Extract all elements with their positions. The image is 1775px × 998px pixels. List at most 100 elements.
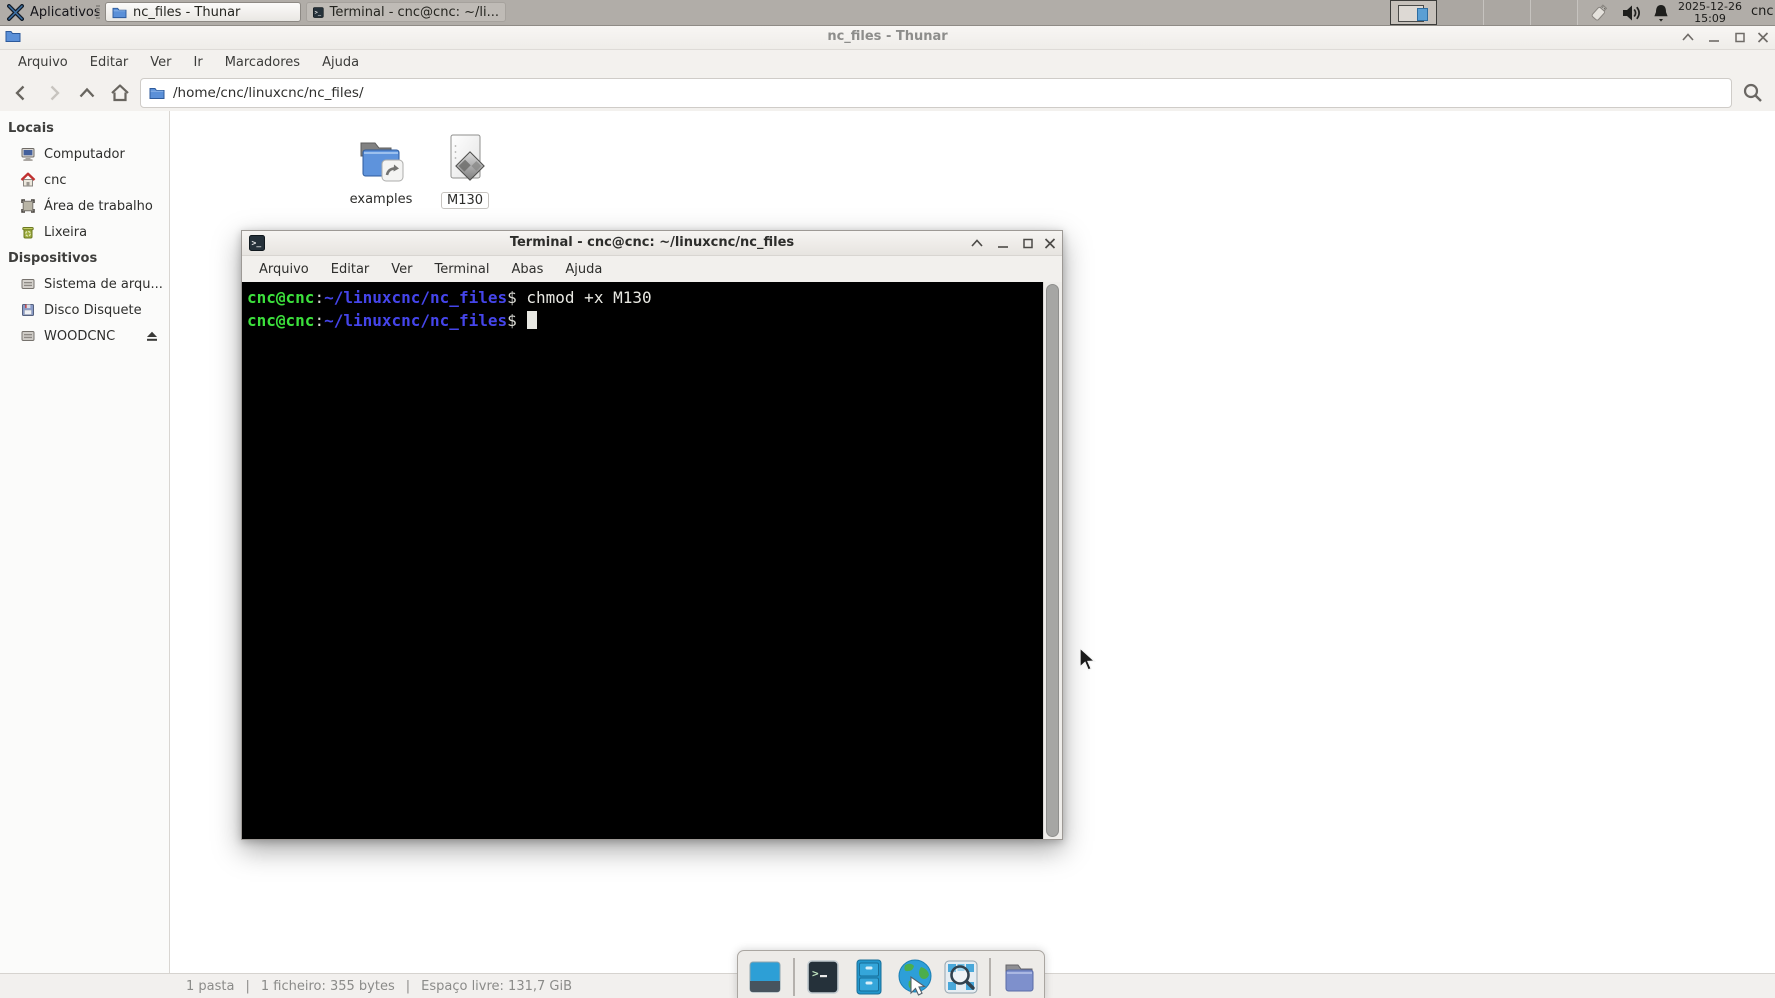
minimize-button[interactable] [1707,31,1721,44]
menu-editar[interactable]: Editar [320,259,381,280]
back-button[interactable] [8,80,34,106]
menu-marcadores[interactable]: Marcadores [214,52,311,73]
terminal-output[interactable]: cnc@cnc:~/linuxcnc/nc_files$ chmod +x M1… [242,282,1043,839]
taskbar-button-terminal[interactable]: >_ Terminal - cnc@cnc: ~/li... [306,2,506,22]
thunar-titlebar[interactable]: nc_files - Thunar [0,25,1775,50]
sidebar-label: cnc [44,172,67,188]
sidebar-item-disco-disquete[interactable]: Disco Disquete [0,297,169,323]
back-icon [15,85,25,101]
prompt-dollar: $ [507,288,517,307]
scrollbar-thumb[interactable] [1046,284,1059,837]
sidebar-item-area-de-trabalho[interactable]: Área de trabalho [0,193,169,219]
svg-text:>_: >_ [315,9,322,15]
file-m130[interactable]: M130 [428,131,502,209]
terminal-line: cnc@cnc:~/linuxcnc/nc_files$ [247,309,1043,332]
menu-ajuda[interactable]: Ajuda [554,259,613,280]
path-bar[interactable]: /home/cnc/linuxcnc/nc_files/ [140,78,1732,108]
desktop-icon [21,199,35,213]
browser-icon[interactable] [895,957,935,997]
prompt-dollar: $ [507,311,517,330]
terminal-titlebar[interactable]: >_ Terminal - cnc@cnc: ~/linuxcnc/nc_fil… [242,231,1062,256]
menu-ajuda[interactable]: Ajuda [311,52,370,73]
home-button[interactable] [107,80,133,106]
thunar-toolbar: /home/cnc/linuxcnc/nc_files/ [0,75,1775,112]
close-button[interactable] [1043,237,1057,250]
terminal-window: >_ Terminal - cnc@cnc: ~/linuxcnc/nc_fil… [241,230,1063,840]
menu-ir[interactable]: Ir [183,52,214,73]
folder-icon[interactable] [999,957,1039,997]
sidebar-item-lixeira[interactable]: Lixeira [0,219,169,245]
menu-arquivo[interactable]: Arquivo [7,52,79,73]
search-icon [1743,83,1762,102]
terminal-line: cnc@cnc:~/linuxcnc/nc_files$ chmod +x M1… [247,286,1043,309]
clock[interactable]: 2025-12-26 15:09 [1672,1,1748,24]
workspace-4[interactable] [1531,0,1578,25]
prompt-colon: : [314,311,325,330]
volume-icon[interactable] [1620,2,1642,24]
thunar-menubar: Arquivo Editar Ver Ir Marcadores Ajuda [0,50,1775,75]
taskbar-label: nc_files - Thunar [133,4,241,20]
filecabinet-icon[interactable] [849,957,889,997]
workspace-3[interactable] [1484,0,1531,25]
user-menu[interactable]: cnc [1751,4,1774,19]
sidebar-header-locais: Locais [8,121,54,136]
minimize-button[interactable] [996,237,1010,250]
svg-text:>: > [812,967,819,980]
forward-icon [50,85,60,101]
up-button[interactable] [74,80,100,106]
sidebar-label: Sistema de arqu... [44,276,163,292]
prompt-colon: : [314,288,325,307]
xfce-logo-icon [7,4,24,21]
terminal-cursor [526,311,537,329]
shade-button[interactable] [1681,31,1695,44]
thunar-window-title: nc_files - Thunar [827,29,948,44]
menu-editar[interactable]: Editar [79,52,140,73]
terminal-scrollbar[interactable] [1043,282,1062,839]
forward-button[interactable] [41,80,67,106]
mouse-cursor [1079,646,1097,671]
search-button[interactable] [1739,79,1767,107]
workspace-2[interactable] [1437,0,1484,25]
taskbar-button-thunar[interactable]: nc_files - Thunar [105,2,301,22]
file-label: examples [349,192,413,207]
dock: > [737,950,1045,998]
menu-arquivo[interactable]: Arquivo [248,259,320,280]
desktop-preview-icon[interactable] [745,957,785,997]
maximize-button[interactable] [1021,237,1035,250]
folder-icon [112,7,127,18]
file-label: M130 [440,192,490,209]
file-examples[interactable]: examples [344,131,418,207]
status-free-space: Espaço livre: 131,7 GiB [421,978,573,994]
status-folders: 1 pasta [186,978,235,994]
sidebar-label: Lixeira [44,224,88,240]
sidebar-item-sistema-de-arquivos[interactable]: Sistema de arqu... [0,271,169,297]
close-button[interactable] [1756,31,1770,44]
sidebar-label: Disco Disquete [44,302,142,318]
home-icon [111,84,129,102]
menu-terminal[interactable]: Terminal [424,259,501,280]
menu-ver[interactable]: Ver [139,52,182,73]
trash-icon [22,227,34,239]
sidebar-item-cnc-home[interactable]: cnc [0,167,169,193]
terminal-icon[interactable]: > [803,957,843,997]
clock-time: 15:09 [1694,11,1726,25]
prompt-user: cnc@cnc [247,288,315,307]
menu-abas[interactable]: Abas [500,259,554,280]
workspace-1[interactable] [1390,0,1437,25]
panel-grip-handle[interactable] [96,5,100,20]
removable-media-icon[interactable] [1588,2,1610,24]
applications-menu[interactable]: Aplicativos [2,0,106,25]
sidebar-item-woodcnc[interactable]: WOODCNC [0,323,169,349]
eject-icon[interactable] [144,328,160,344]
folder-icon [149,88,165,99]
desktop-screen: Aplicativos nc_files - Thunar >_ Termina… [0,0,1775,998]
sidebar-item-computador[interactable]: Computador [0,141,169,167]
appfinder-icon[interactable] [941,957,981,997]
shade-button[interactable] [970,237,984,250]
terminal-icon: >_ [313,6,324,18]
path-text: /home/cnc/linuxcnc/nc_files/ [173,85,364,101]
dock-separator [793,958,795,996]
maximize-button[interactable] [1733,31,1747,44]
menu-ver[interactable]: Ver [380,259,423,280]
notifications-icon[interactable] [1650,2,1672,24]
